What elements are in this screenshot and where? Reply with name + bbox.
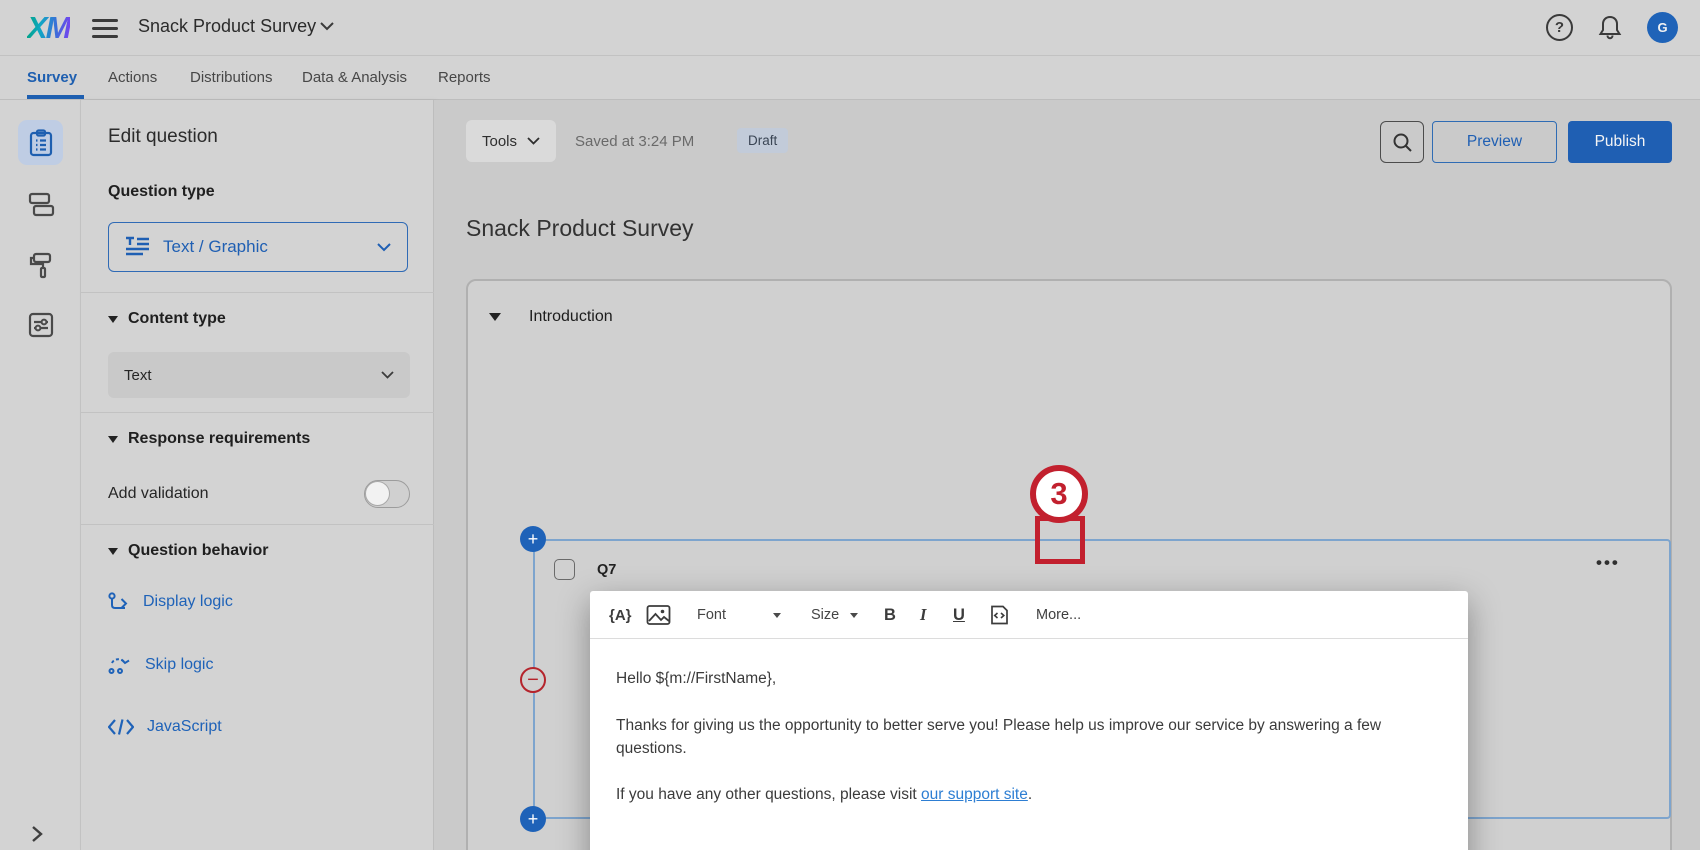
response-requirements-section-header[interactable]: Response requirements <box>108 430 310 448</box>
question-id: Q7 <box>597 562 616 578</box>
add-validation-label: Add validation <box>108 485 209 503</box>
tab-reports[interactable]: Reports <box>438 56 491 99</box>
panel-divider <box>81 412 434 413</box>
autosave-status: Saved at 3:24 PM <box>575 133 694 150</box>
survey-options-icon[interactable] <box>18 302 63 347</box>
search-button[interactable] <box>1380 121 1424 163</box>
rte-content[interactable]: Hello ${m://FirstName}, Thanks for givin… <box>616 639 1432 806</box>
expand-panel-chevron-icon[interactable] <box>30 825 44 843</box>
edit-question-panel: Edit question Question type Text / Graph… <box>81 100 434 850</box>
block-name: Introduction <box>529 308 613 326</box>
primary-nav-tabs: Survey Actions Distributions Data & Anal… <box>0 56 1700 100</box>
question-behavior-section-header[interactable]: Question behavior <box>108 542 268 560</box>
support-site-link[interactable]: our support site <box>921 786 1028 803</box>
survey-title: Snack Product Survey <box>466 215 694 242</box>
panel-title: Edit question <box>108 126 218 148</box>
bold-button[interactable]: B <box>884 591 896 639</box>
user-avatar[interactable]: G <box>1647 12 1678 43</box>
more-button[interactable]: More... <box>1036 591 1081 639</box>
add-question-above-button[interactable]: + <box>520 526 546 552</box>
italic-button[interactable]: I <box>920 591 926 639</box>
add-validation-row: Add validation <box>108 480 410 508</box>
publish-button[interactable]: Publish <box>1568 121 1672 163</box>
notifications-bell-icon[interactable] <box>1597 14 1623 42</box>
collapse-triangle-icon <box>108 316 118 323</box>
text-graphic-icon <box>125 236 150 258</box>
javascript-code-icon <box>108 718 134 736</box>
survey-name-chevron-down-icon[interactable] <box>320 22 334 31</box>
rte-closing: If you have any other questions, please … <box>616 783 1432 806</box>
source-code-button[interactable] <box>989 591 1010 639</box>
toggle-knob <box>365 481 390 506</box>
question-type-dropdown[interactable]: Text / Graphic <box>108 222 408 272</box>
insert-image-button[interactable] <box>646 591 671 639</box>
collapse-triangle-icon <box>108 436 118 443</box>
survey-canvas: Tools Saved at 3:24 PM Draft Preview Pub… <box>434 100 1700 850</box>
survey-name[interactable]: Snack Product Survey <box>138 16 316 37</box>
question-type-chevron-down-icon <box>377 243 391 252</box>
skip-logic-link[interactable]: Skip logic <box>108 655 213 675</box>
search-icon <box>1392 132 1413 153</box>
add-validation-toggle[interactable] <box>364 480 410 508</box>
underline-button[interactable]: U <box>953 591 965 639</box>
tools-chevron-down-icon <box>527 137 540 145</box>
display-logic-link[interactable]: Display logic <box>108 592 233 612</box>
panel-divider <box>81 292 434 293</box>
draft-status-badge: Draft <box>737 128 788 153</box>
tab-actions[interactable]: Actions <box>108 56 157 99</box>
hamburger-menu-icon[interactable] <box>92 19 118 38</box>
rich-text-editor-popup: {A} Font Size B I U More... Hello ${m://… <box>590 591 1468 850</box>
add-question-below-button[interactable]: + <box>520 806 546 832</box>
size-chevron-down-icon[interactable] <box>850 591 858 639</box>
font-dropdown[interactable]: Font <box>697 591 726 639</box>
xm-logo: XM <box>27 10 70 46</box>
question-checkbox[interactable] <box>554 559 575 580</box>
builder-icon-rail <box>0 100 81 850</box>
content-type-select[interactable]: Text <box>108 352 410 398</box>
content-type-value: Text <box>124 367 152 384</box>
question-type-label: Question type <box>108 183 215 201</box>
block-introduction: Introduction + − + Q7 ••• {A} Font Size <box>466 279 1672 850</box>
preview-button[interactable]: Preview <box>1432 121 1557 163</box>
content-type-section-header[interactable]: Content type <box>108 310 226 328</box>
font-chevron-down-icon[interactable] <box>773 591 781 639</box>
skip-logic-icon <box>108 655 132 675</box>
top-bar: XM Snack Product Survey ? G <box>0 0 1700 56</box>
rte-paragraph: Thanks for giving us the opportunity to … <box>616 714 1432 760</box>
active-tab-underline <box>27 95 84 99</box>
piped-text-button[interactable]: {A} <box>609 591 632 639</box>
collapse-triangle-icon <box>108 548 118 555</box>
content-type-chevron-down-icon <box>381 371 394 379</box>
panel-divider <box>81 524 434 525</box>
tab-distributions[interactable]: Distributions <box>190 56 273 99</box>
remove-question-button[interactable]: − <box>520 667 546 693</box>
question-type-value: Text / Graphic <box>163 237 268 257</box>
block-collapse-triangle-icon[interactable] <box>489 313 501 321</box>
question-options-ellipsis-icon[interactable]: ••• <box>1596 553 1620 573</box>
rte-greeting: Hello ${m://FirstName}, <box>616 667 1432 690</box>
help-icon[interactable]: ? <box>1546 14 1573 41</box>
tab-survey[interactable]: Survey <box>27 56 77 99</box>
look-and-feel-icon[interactable] <box>18 242 63 287</box>
survey-flow-icon[interactable] <box>18 182 63 227</box>
tab-data-analysis[interactable]: Data & Analysis <box>302 56 407 99</box>
tools-button[interactable]: Tools <box>466 120 556 162</box>
javascript-link[interactable]: JavaScript <box>108 718 222 736</box>
annotation-step-number: 3 <box>1030 465 1088 523</box>
display-logic-icon <box>108 592 130 612</box>
source-code-icon <box>989 605 1010 625</box>
survey-builder-icon[interactable] <box>18 120 63 165</box>
size-dropdown[interactable]: Size <box>811 591 839 639</box>
image-icon <box>646 604 671 626</box>
annotation-highlight-rectangle <box>1035 516 1085 564</box>
rte-toolbar: {A} Font Size B I U More... <box>590 591 1468 639</box>
